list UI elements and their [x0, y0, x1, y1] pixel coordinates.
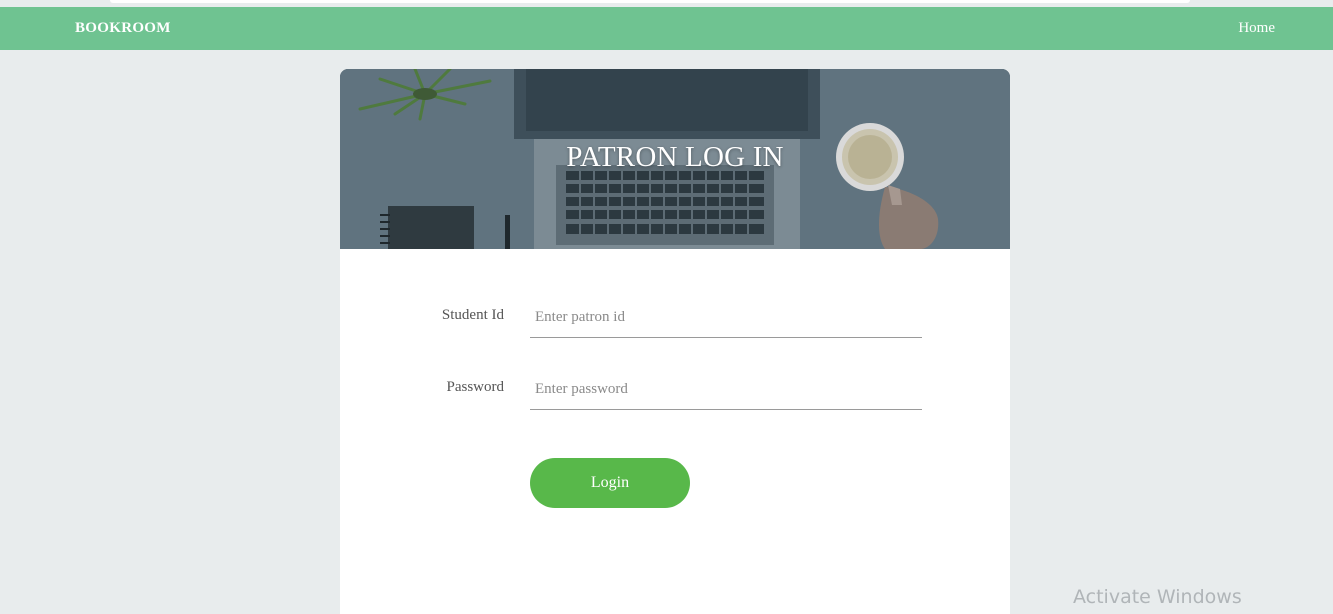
- page-title: PATRON LOG IN: [566, 141, 784, 173]
- hero-banner: PATRON LOG IN: [340, 69, 1010, 249]
- password-label: Password: [446, 379, 504, 395]
- student-id-label: Student Id: [441, 307, 504, 323]
- password-input[interactable]: [530, 369, 922, 410]
- password-row: Password: [340, 369, 1010, 410]
- login-button[interactable]: Login: [530, 458, 690, 508]
- brand-logo-text[interactable]: BOOKROOM: [75, 20, 171, 37]
- activate-windows-watermark: Activate Windows: [1073, 586, 1242, 608]
- student-id-row: Student Id: [340, 297, 1010, 338]
- navbar: BOOKROOM Home: [0, 7, 1333, 50]
- browser-top-strip: [0, 0, 1333, 7]
- browser-top-edge: [110, 0, 1190, 3]
- student-id-input[interactable]: [530, 297, 922, 338]
- login-card: PATRON LOG IN Student Id Password Login: [340, 69, 1010, 614]
- home-link[interactable]: Home: [1238, 20, 1275, 37]
